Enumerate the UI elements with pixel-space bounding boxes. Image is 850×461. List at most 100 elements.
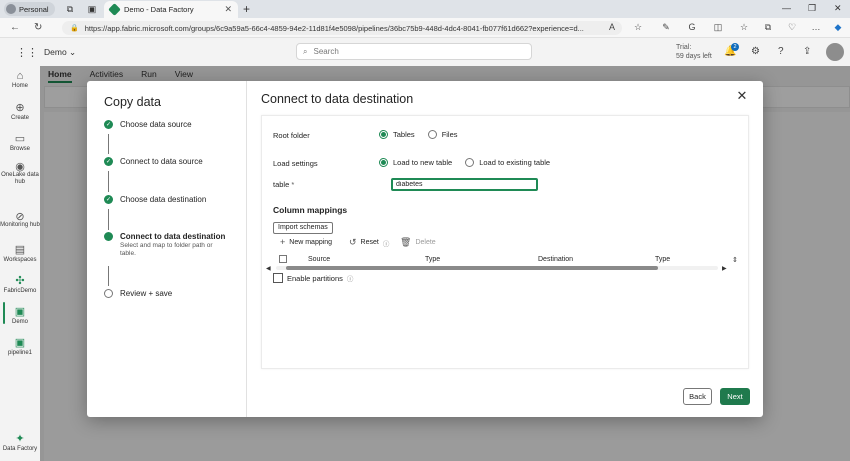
radio-files[interactable] [427,130,437,139]
rail-item-workspaces[interactable]: ▤ Workspaces [0,243,40,263]
step-done-check-icon: ✓ [104,195,113,204]
copy-data-dialog: Copy data ✓ Choose data source ✓ Connect… [87,81,763,417]
radio-load-new-table-label: Load to new table [393,158,453,167]
refresh-icon[interactable]: ↻ [34,22,42,33]
table-label-text: table [273,180,290,189]
rail-item-pipeline1[interactable]: ▣ pipeline1 [0,336,40,356]
select-all-checkbox[interactable] [279,255,287,263]
scroll-left-icon[interactable]: ◀ [266,265,271,272]
split-screen-icon[interactable]: ◫ [712,22,724,34]
rail-item-onelake[interactable]: ◉ OneLake data hub [0,162,40,186]
read-aloud-icon[interactable]: A [606,22,618,34]
scrollbar-thumb[interactable] [286,266,658,270]
collections-icon[interactable]: ⧉ [762,22,774,34]
step-label: Connect to data source [120,157,203,166]
reset-label: Reset [360,239,379,246]
table-name-input[interactable] [391,178,538,191]
import-schemas-button[interactable]: Import schemas [273,222,333,234]
step-connect-to-data-source: ✓ Connect to data source [104,157,203,166]
step-done-check-icon: ✓ [104,157,113,166]
share-icon[interactable]: ⇪ [803,46,811,57]
required-mark: * [291,180,295,189]
url-text: https://app.fabric.microsoft.com/groups/… [84,23,584,33]
col-destination: Destination [538,256,574,263]
step-connector [108,209,109,230]
step-choose-data-destination: ✓ Choose data destination [104,195,206,204]
tab-actions-icon[interactable]: ▣ [86,3,98,15]
vertical-scroll-icon[interactable]: ⇕ [732,256,738,264]
left-navigation-rail: ⌂ Home ⊕ Create ▭ Browse ◉ OneLake data hub … [0,66,40,461]
favorite-star-icon[interactable]: ☆ [632,22,644,34]
rail-item-browse[interactable]: ▭ Browse [0,132,40,152]
minimize-icon[interactable]: — [782,3,791,13]
settings-c-icon[interactable]: G [686,22,698,34]
radio-load-existing-table[interactable] [465,158,475,167]
maximize-icon[interactable]: ❐ [808,3,816,14]
copilot-icon[interactable]: ◆ [832,22,844,34]
mapping-grid-header: Source Type Destination Type [279,254,731,266]
rail-item-create[interactable]: ⊕ Create [0,101,40,121]
close-icon[interactable]: ✕ [735,89,749,103]
copilot-heart-icon[interactable]: ♡ [786,22,798,34]
radio-load-new-table[interactable] [379,158,388,167]
rail-item-monitoring[interactable]: ⊘ Monitoring hub [0,212,40,229]
rail-item-fabricdemo[interactable]: ✣ FabricDemo [0,274,40,294]
rail-item-data-factory[interactable]: ✦ Data Factory [0,432,40,452]
radio-tables-label: Tables [393,130,415,139]
extension-icon[interactable]: ✎ [660,22,672,34]
profile-label: Personal [19,4,49,14]
back-button[interactable]: Back [683,388,712,405]
reset-button[interactable]: ↺ Reset ⓘ [349,237,389,248]
browse-folder-icon: ▭ [14,133,26,145]
favorites-icon[interactable]: ☆ [738,22,750,34]
new-tab-button[interactable]: + [243,2,250,16]
radio-files-label: Files [441,130,458,139]
enable-partitions-checkbox[interactable] [273,273,283,283]
user-avatar[interactable] [826,43,844,61]
rail-label: Demo [11,319,28,325]
rail-item-demo[interactable]: ▣ Demo [0,305,40,325]
rail-label: Create [10,115,29,121]
step-current-icon [104,232,113,241]
workspace-switcher[interactable]: Demo ⌄ [44,47,76,58]
search-input[interactable]: ⌕ Search [296,43,532,60]
step-description: Select and map to folder path or table. [120,242,213,257]
col-source: Source [308,256,331,263]
back-arrow-icon[interactable]: ← [10,22,20,33]
rail-label: Browse [9,146,30,152]
more-options-icon[interactable]: … [810,22,822,34]
url-field[interactable]: 🔒 https://app.fabric.microsoft.com/group… [62,21,622,35]
workspace-label: Demo [44,47,67,57]
step-review-save: Review + save [104,289,172,298]
help-icon[interactable]: ? [778,46,784,57]
workspaces-icon: ▤ [14,244,26,256]
browser-tab[interactable]: Demo - Data Factory ✕ [104,1,238,18]
horizontal-scrollbar[interactable] [276,266,718,270]
radio-tables[interactable] [379,130,388,139]
delete-label: Delete [415,239,436,246]
app-launcher-icon[interactable]: ⋮⋮ [16,46,38,59]
new-mapping-button[interactable]: + New mapping [280,237,332,247]
rail-label: Home [11,83,28,89]
step-label: Connect to data destination [120,232,226,241]
delete-button[interactable]: 🗑 Delete [400,237,436,248]
rail-item-home[interactable]: ⌂ Home [0,70,40,89]
load-settings-label: Load settings [273,159,318,168]
notification-badge: 2 [731,43,739,51]
trial-status: Trial: 59 days left [676,43,712,61]
rail-label: FabricDemo [3,288,37,294]
workspaces-icon[interactable]: ⧉ [64,3,76,15]
info-icon: ⓘ [382,240,390,248]
next-button[interactable]: Next [720,388,750,405]
step-connector [108,266,109,286]
tab-close-icon[interactable]: ✕ [224,4,232,15]
pipeline-icon: ▣ [14,337,26,349]
enable-partitions-label: Enable partitions [287,273,343,283]
profile-button[interactable]: Personal [4,2,55,16]
window-close-icon[interactable]: ✕ [834,3,842,14]
scroll-right-icon[interactable]: ▶ [722,265,727,272]
lock-icon: 🔒 [70,25,79,32]
wizard-main-pane: Connect to data destination ✕ Root folde… [247,81,763,417]
settings-gear-icon[interactable]: ⚙ [751,46,760,57]
column-mappings-heading: Column mappings [273,205,348,215]
